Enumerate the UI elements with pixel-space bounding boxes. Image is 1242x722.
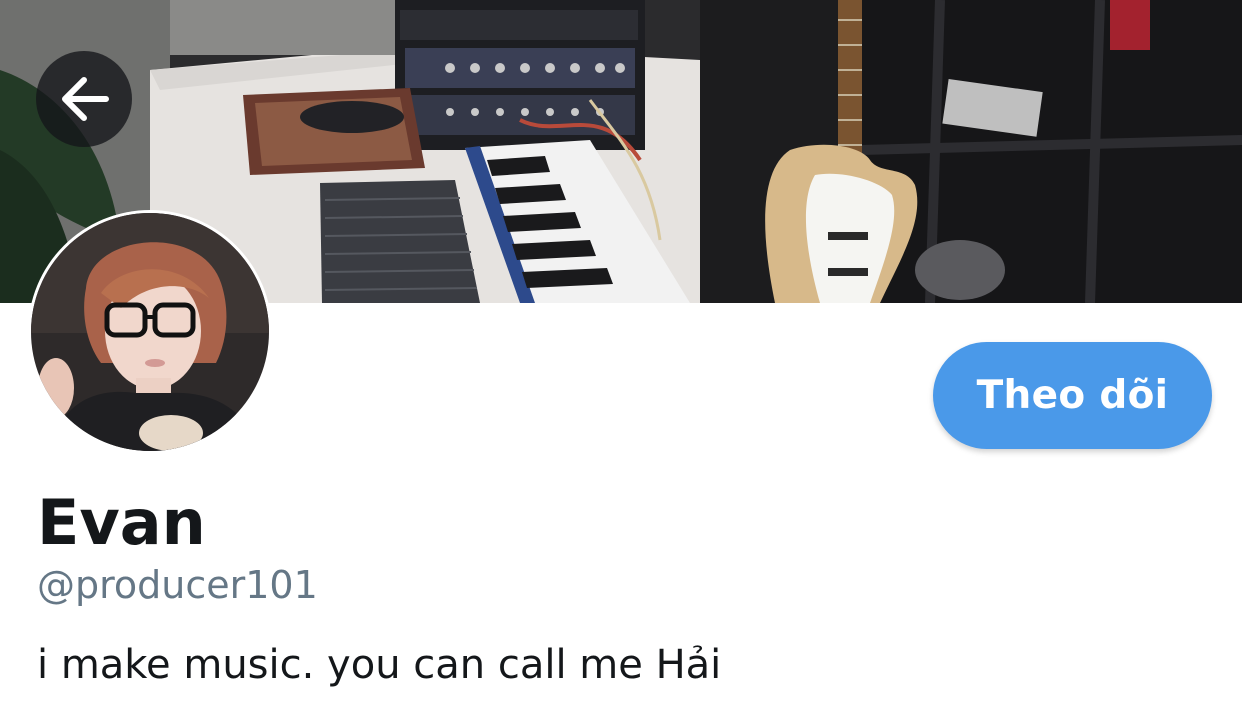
avatar-photo [31,213,269,451]
back-button[interactable] [36,51,132,147]
arrow-left-icon [58,75,110,123]
profile-page: Theo dõi Evan @producer101 i make music.… [0,0,1242,722]
username-handle: @producer101 [37,563,318,607]
follow-button-label: Theo dõi [976,373,1169,418]
profile-bio: i make music. you can call me Hải [37,642,722,688]
display-name: Evan [37,486,206,559]
follow-button[interactable]: Theo dõi [933,342,1212,449]
avatar[interactable] [28,210,272,454]
